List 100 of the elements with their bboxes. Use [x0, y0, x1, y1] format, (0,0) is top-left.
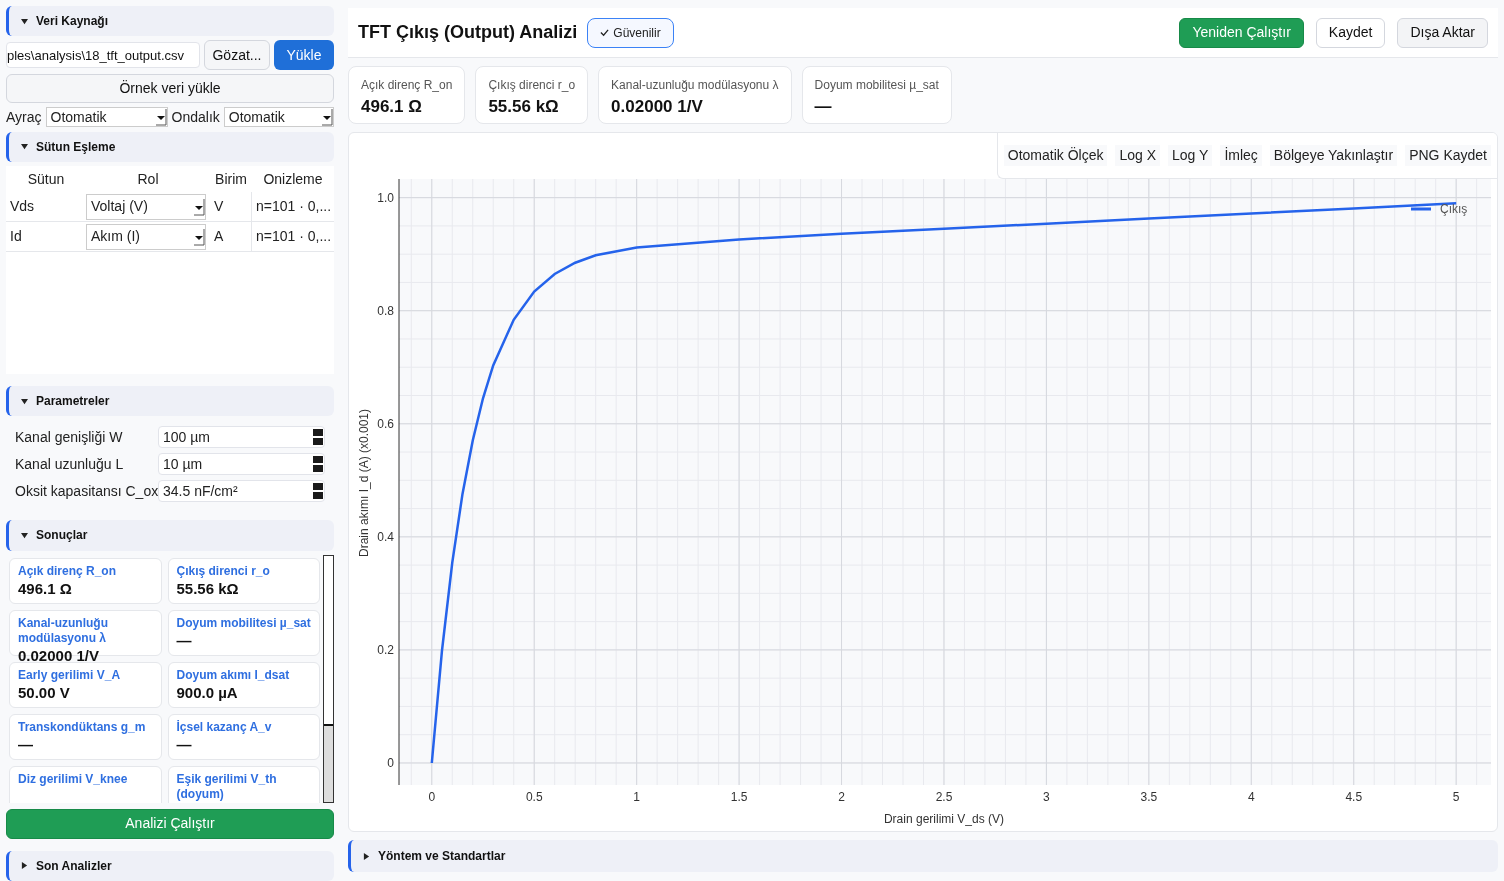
column-header: Sütun: [26, 169, 66, 189]
chart-tool-button[interactable]: Log X: [1115, 145, 1161, 166]
status-badge: Güvenilir: [587, 17, 674, 48]
chart-tool-button[interactable]: Otomatik Ölçek: [1003, 145, 1108, 166]
spinner-icon: [312, 455, 324, 474]
y-tick-label: 1.0: [377, 190, 394, 205]
section-header[interactable]: Sütun Eşleme: [6, 131, 334, 163]
result-label: Transkondüktans g_m: [18, 719, 147, 735]
x-tick-label: 5: [1452, 790, 1460, 804]
y-axis-title: Drain akımı I_d (A) (x0.001): [357, 408, 371, 558]
result-label: Eşik gerilimi V_th (doyum): [176, 771, 278, 802]
load-button[interactable]: Yükle: [274, 40, 334, 71]
y-tick-label: 0.8: [377, 303, 394, 318]
kpi-value: 55.56 kΩ: [488, 96, 560, 118]
result-value: 55.56 kΩ: [176, 578, 240, 598]
kpi-label: Doyum mobilitesi µ_sat: [814, 77, 939, 94]
header-action-button[interactable]: Kaydet: [1315, 17, 1386, 48]
x-tick-label: 0.5: [525, 790, 543, 804]
chart-tool-button[interactable]: PNG Kaydet: [1405, 145, 1491, 166]
number-field[interactable]: 10 µm: [158, 453, 325, 476]
number-field[interactable]: 34.5 nF/cm²: [158, 480, 325, 503]
result-value: 496.1 Ω: [18, 578, 73, 598]
section-title: Parametreler: [36, 393, 110, 411]
page-title: TFT Çıkış (Output) Analizi: [358, 21, 578, 44]
x-tick-label: 4.5: [1345, 790, 1363, 804]
result-label: Çıkış direnci r_o: [176, 563, 271, 579]
result-label: Early gerilimi V_A: [18, 667, 122, 683]
parameter-label: Kanal uzunluğu L: [15, 454, 125, 474]
table-cell-text: Vds: [9, 197, 36, 217]
result-value: —: [18, 734, 34, 754]
result-label: Kanal-uzunluğu modülasyonu λ: [18, 615, 109, 646]
sample-data-button[interactable]: Örnek veri yükle: [6, 74, 334, 103]
x-axis-title: Drain gerilimi V_ds (V): [883, 812, 1004, 826]
separator-label: Ayraç: [6, 107, 42, 127]
result-label: Doyum akımı I_dsat: [176, 667, 291, 683]
section-header[interactable]: Son Analizler: [6, 850, 334, 881]
kpi-value: 0.02000 1/V: [611, 96, 704, 118]
x-tick-label: 4: [1247, 790, 1255, 804]
dropdown-arrow-icon: [321, 108, 333, 127]
section-title: Veri Kaynağı: [36, 13, 109, 31]
x-tick-label: 1: [633, 790, 640, 804]
result-label: Açık direnç R_on: [18, 563, 118, 579]
result-label: Diz gerilimi V_knee: [18, 771, 129, 787]
dropdown[interactable]: Akım (I): [86, 223, 206, 250]
chart-tool-button[interactable]: Bölgeye Yakınlaştır: [1269, 145, 1398, 166]
y-tick-label: 0.4: [377, 529, 394, 544]
section-title: Sonuçlar: [36, 527, 88, 545]
x-tick-label: 0: [428, 790, 436, 804]
spinner-icon: [312, 482, 324, 501]
y-tick-label: 0.2: [377, 642, 394, 657]
x-tick-label: 2.5: [935, 790, 953, 804]
x-tick-label: 3: [1043, 790, 1050, 804]
scrollbar[interactable]: [323, 554, 334, 803]
number-field[interactable]: 100 µm: [158, 426, 325, 449]
kpi-label: Çıkış direnci r_o: [488, 77, 576, 94]
x-tick-label: 3.5: [1140, 790, 1158, 804]
dropdown[interactable]: Otomatik: [45, 107, 168, 128]
kpi-label: Kanal-uzunluğu modülasyonu λ: [611, 77, 779, 94]
section-header[interactable]: Yöntem ve Standartlar: [348, 840, 1498, 872]
column-header: Onizleme: [262, 169, 324, 189]
legend-label: Çıkış: [1440, 202, 1468, 216]
table-cell: V: [210, 192, 252, 222]
result-value: 50.00 V: [18, 682, 71, 702]
section-header[interactable]: Veri Kaynağı: [6, 6, 334, 37]
column-header: Rol: [136, 169, 160, 189]
column-header: Birim: [214, 169, 248, 189]
dropdown-arrow-icon: [154, 108, 167, 127]
x-tick-label: 1.5: [730, 790, 748, 804]
section-header[interactable]: Sonuçlar: [6, 520, 334, 551]
result-value: 900.0 µA: [176, 682, 239, 702]
result-value: —: [176, 734, 193, 754]
table-cell-text: n=101 · 0,...: [255, 227, 333, 247]
spinner-icon: [312, 428, 324, 447]
result-value: 0.02000 1/V: [18, 645, 100, 665]
chart-tool-button[interactable]: Log Y: [1168, 145, 1213, 166]
result-label: İçsel kazanç A_v: [176, 719, 273, 735]
dropdown-arrow-icon: [193, 197, 205, 216]
table-cell: A: [210, 222, 252, 252]
file-path-field[interactable]: ples\analysis\18_tft_output.csv: [6, 42, 200, 69]
browse-button[interactable]: Gözat...: [204, 40, 270, 71]
header-action-button[interactable]: Dışa Aktar: [1397, 17, 1488, 48]
decimal-label: Ondalık: [171, 107, 220, 127]
dropdown[interactable]: Otomatik: [223, 107, 334, 128]
dropdown[interactable]: Voltaj (V): [86, 193, 206, 220]
dropdown-arrow-icon: [193, 227, 205, 246]
section-header[interactable]: Parametreler: [6, 386, 334, 417]
kpi-value: —: [814, 96, 833, 118]
x-tick-label: 2: [838, 790, 845, 804]
kpi-value: 496.1 Ω: [361, 96, 423, 118]
parameter-label: Oksit kapasitansı C_ox: [15, 481, 158, 501]
section-title: Yöntem ve Standartlar: [378, 848, 506, 865]
table-cell-text: n=101 · 0,...: [255, 197, 333, 217]
result-label: Doyum mobilitesi µ_sat: [176, 615, 311, 631]
section-title: Son Analizler: [36, 857, 112, 875]
y-tick-label: 0: [387, 755, 394, 770]
parameter-label: Kanal genişliği W: [15, 427, 124, 447]
y-tick-label: 0.6: [377, 416, 394, 431]
check-icon: [600, 28, 610, 37]
chart-tool-button[interactable]: İmleç: [1220, 145, 1262, 166]
table-cell-text: Id: [9, 227, 23, 247]
